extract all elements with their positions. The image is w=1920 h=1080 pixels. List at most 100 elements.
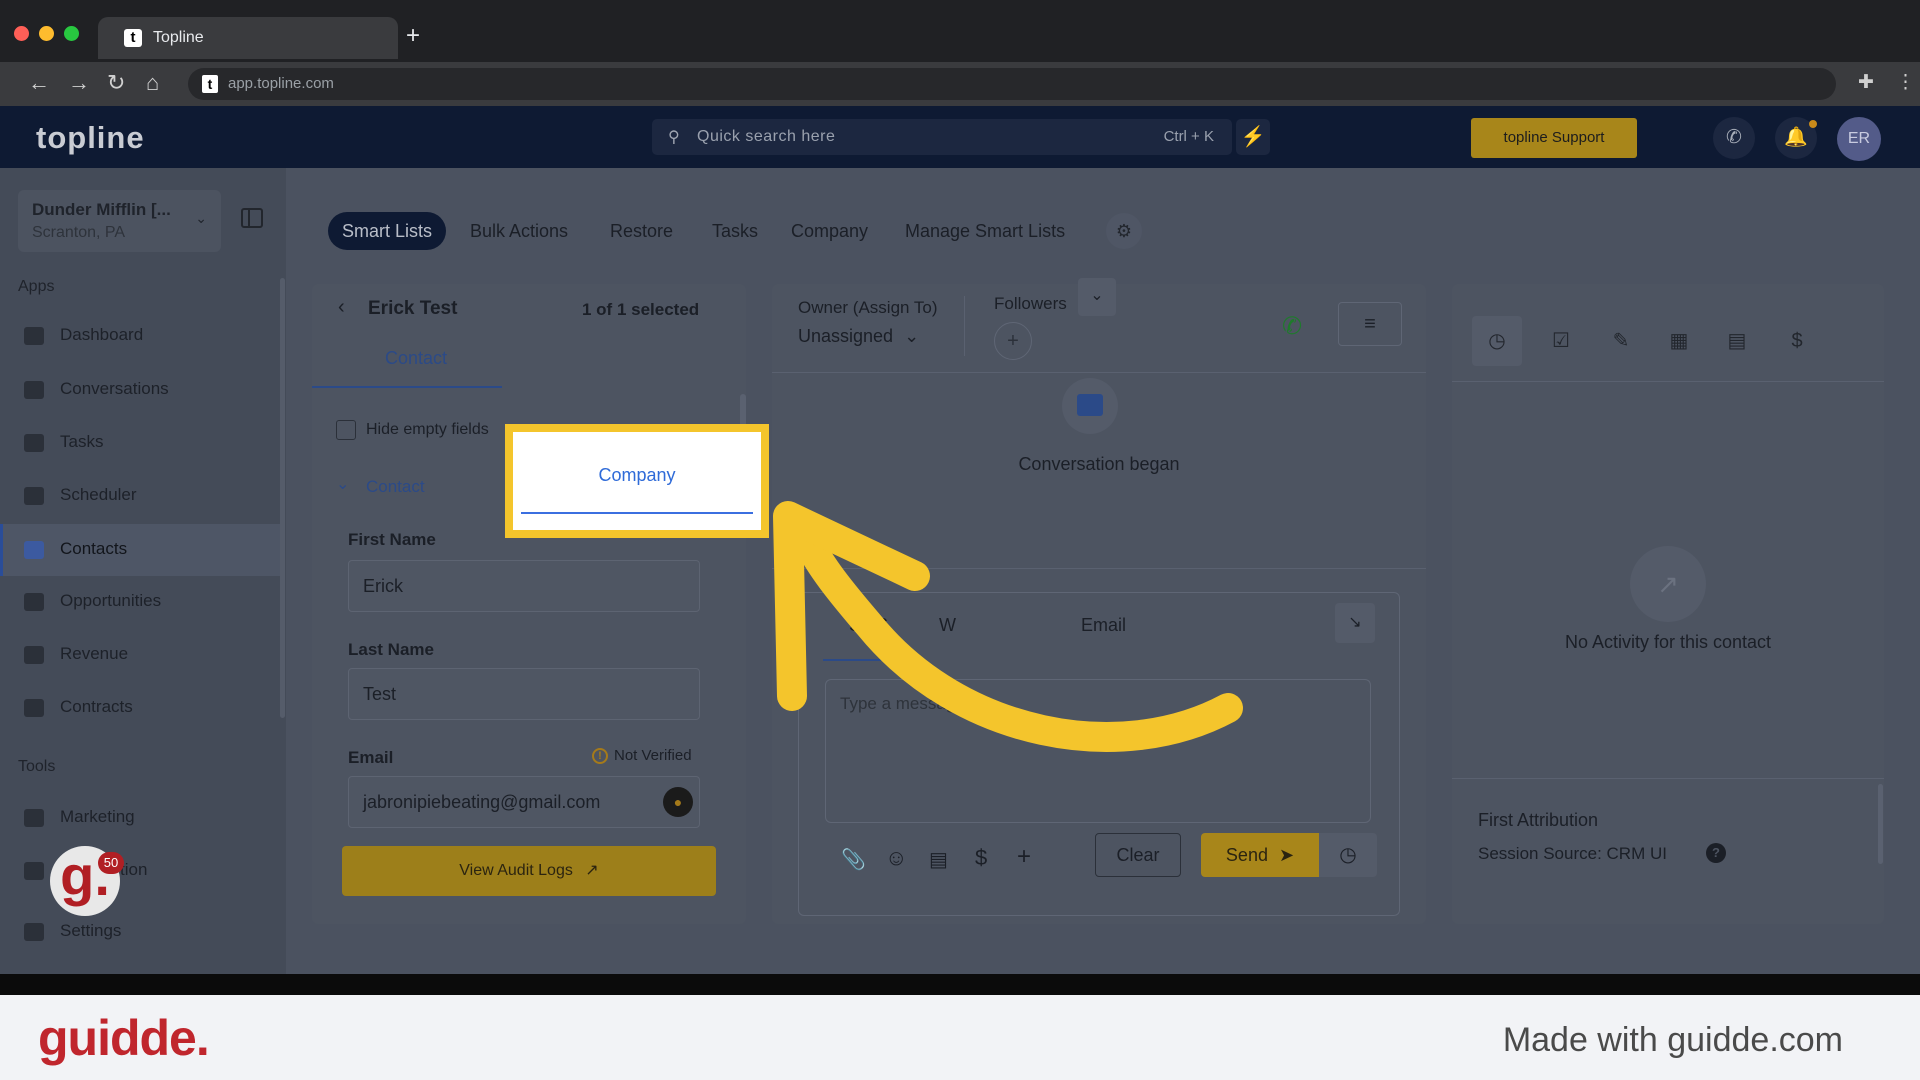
support-button[interactable]: topline Support — [1471, 118, 1637, 158]
user-avatar[interactable]: ER — [1837, 117, 1881, 161]
sidebar-item-label: Dashboard — [60, 325, 144, 344]
browser-tab-title: Topline — [153, 29, 204, 46]
tasks-icon — [24, 434, 44, 452]
sidebar-item-dashboard[interactable]: Dashboard — [0, 310, 280, 362]
attach-icon[interactable]: 📎 — [841, 847, 866, 872]
history-icon[interactable]: ◷ — [1472, 316, 1522, 366]
last-name-field[interactable]: Test — [348, 668, 700, 720]
dollar-circle-icon[interactable]: $ — [1780, 324, 1814, 358]
warning-icon: ! — [592, 748, 608, 764]
first-name-field[interactable]: Erick — [348, 560, 700, 612]
email-field[interactable]: jabronipiebeating@gmail.com ● — [348, 776, 700, 828]
last-name-value: Test — [363, 684, 397, 704]
chat-icon — [24, 381, 44, 399]
search-placeholder: Quick search here — [697, 128, 836, 145]
tab-contact-label: Contact — [385, 348, 448, 368]
sidebar-item-conversations[interactable]: Conversations — [0, 364, 280, 416]
calendar-icon — [24, 487, 44, 505]
document-icon[interactable]: ▤ — [1720, 324, 1754, 358]
sidebar-item-label: tion — [120, 860, 148, 879]
template-icon[interactable]: ▤ — [929, 847, 948, 872]
forward-arrow-icon[interactable]: → — [68, 70, 90, 96]
pencil-note-icon[interactable]: ✎ — [1604, 324, 1638, 358]
address-bar[interactable]: t app.topline.com — [188, 68, 1836, 100]
extensions-icon[interactable]: ✚ — [1858, 70, 1874, 96]
sidebar-item-opportunities[interactable]: Opportunities — [0, 576, 280, 628]
guidde-logo: guidde. — [38, 1010, 210, 1066]
home-icon[interactable]: ⌂ — [146, 70, 159, 96]
quick-search-input[interactable]: ⚲ Quick search here Ctrl + K — [652, 119, 1232, 155]
maximize-window-dot[interactable] — [64, 26, 79, 41]
megaphone-icon — [24, 809, 44, 827]
sidebar-item-contracts[interactable]: Contracts — [0, 682, 280, 734]
minimize-composer-icon[interactable]: ↘ — [1335, 603, 1375, 643]
minimize-window-dot[interactable] — [39, 26, 54, 41]
calendar-icon[interactable]: ▦ — [1662, 324, 1696, 358]
tab-smart-lists[interactable]: Smart Lists — [328, 212, 447, 250]
collapse-chevron-icon[interactable]: ⌄ — [1078, 278, 1116, 316]
back-chevron-icon[interactable]: ‹ — [338, 296, 345, 319]
sidebar-item-settings[interactable]: Settings — [0, 906, 280, 958]
topline-logo[interactable]: topline — [36, 120, 145, 156]
email-extension-icon[interactable]: ● — [663, 787, 693, 817]
first-attribution-title: First Attribution — [1478, 810, 1599, 830]
lightning-icon[interactable]: ⚡ — [1236, 119, 1270, 155]
schedule-send-icon[interactable]: ◷ — [1319, 833, 1377, 877]
add-follower-icon[interactable]: + — [994, 322, 1032, 360]
first-name-label: First Name — [348, 530, 436, 549]
help-icon[interactable]: ? — [1706, 843, 1726, 863]
more-plus-icon[interactable]: + — [1017, 843, 1031, 871]
contact-section-chevron-icon[interactable]: ⌄ — [336, 474, 349, 494]
email-label: Email — [348, 748, 394, 767]
smart-list-settings-icon[interactable]: ⚙ — [1106, 213, 1142, 249]
phone-icon[interactable]: ✆ — [1713, 117, 1755, 159]
site-favicon-icon: t — [202, 75, 218, 93]
apps-section-title: Apps — [18, 278, 55, 295]
filter-icon[interactable]: ≡ — [1338, 302, 1402, 346]
close-window-dot[interactable] — [14, 26, 29, 41]
sidebar-item-contacts[interactable]: Contacts — [0, 524, 280, 576]
owner-value: Unassigned — [798, 326, 894, 346]
browser-tab[interactable]: t Topline — [98, 17, 398, 59]
tab-tasks[interactable]: Tasks — [712, 212, 758, 250]
sidebar-item-marketing[interactable]: Marketing — [0, 792, 280, 844]
chat-bubble-icon — [1062, 378, 1118, 434]
browser-menu-icon[interactable]: ⋮ — [1896, 70, 1915, 96]
app-header: topline ⚲ Quick search here Ctrl + K ⚡ t… — [0, 106, 1920, 168]
address-url: app.topline.com — [228, 75, 334, 92]
tab-manage-smart-lists[interactable]: Manage Smart Lists — [905, 212, 1065, 250]
tab-company-label: Company — [598, 465, 676, 485]
tab-restore[interactable]: Restore — [610, 212, 673, 250]
tab-company-details[interactable]: Company — [521, 440, 753, 514]
sidebar-item-automation[interactable]: tion — [0, 845, 280, 897]
clear-button[interactable]: Clear — [1095, 833, 1181, 877]
contact-section-title[interactable]: Contact — [366, 477, 425, 497]
send-arrow-icon: ➤ — [1278, 845, 1295, 865]
tab-company[interactable]: Company — [791, 212, 868, 250]
hide-empty-checkbox[interactable] — [336, 420, 356, 440]
back-arrow-icon[interactable]: ← — [28, 70, 50, 96]
owner-select[interactable]: Unassigned ⌄ — [798, 326, 919, 347]
hide-empty-label: Hide empty fields — [366, 421, 489, 438]
card-icon — [24, 646, 44, 664]
account-switcher[interactable]: Dunder Mifflin [... Scranton, PA ⌄ — [18, 190, 221, 252]
guidde-count-badge: 50 — [98, 852, 124, 874]
tab-bulk-actions[interactable]: Bulk Actions — [470, 212, 568, 250]
sidebar-item-tasks[interactable]: Tasks — [0, 417, 280, 469]
tab-contact[interactable]: Contact — [312, 328, 502, 388]
payment-icon[interactable]: $ — [975, 845, 987, 871]
send-button[interactable]: Send ➤ — [1201, 833, 1319, 877]
sidebar-scrollbar[interactable] — [280, 278, 285, 718]
collapse-sidebar-icon[interactable] — [241, 208, 263, 228]
new-tab-icon[interactable]: + — [406, 24, 420, 48]
search-shortcut: Ctrl + K — [1163, 128, 1214, 145]
made-with-text: Made with guidde.com — [1502, 1021, 1843, 1059]
emoji-icon[interactable]: ☺ — [885, 845, 907, 871]
sidebar-item-scheduler[interactable]: Scheduler — [0, 470, 280, 522]
checkbox-task-icon[interactable]: ☑ — [1544, 324, 1578, 358]
call-icon[interactable]: ✆ — [1282, 312, 1302, 341]
sidebar-item-revenue[interactable]: Revenue — [0, 629, 280, 681]
reload-icon[interactable]: ↻ — [107, 70, 125, 96]
activity-scrollbar[interactable] — [1878, 784, 1883, 864]
view-audit-logs-button[interactable]: View Audit Logs ↗ — [342, 846, 716, 896]
